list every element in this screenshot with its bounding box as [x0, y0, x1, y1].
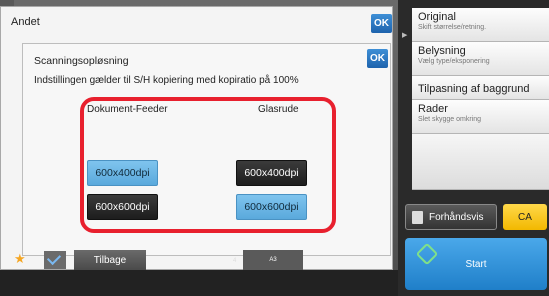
start-diamond-icon: [415, 242, 439, 266]
preview-button[interactable]: Forhåndsvis: [405, 204, 497, 230]
start-label: Start: [465, 258, 487, 270]
glass-600x400-button[interactable]: 600x400dpi: [236, 160, 307, 186]
right-item-original[interactable]: Original Skift størrelse/retning.: [412, 8, 549, 42]
right-item-subtitle: Skift størrelse/retning.: [418, 24, 487, 31]
check-button[interactable]: [44, 250, 66, 269]
glass-600x600-button[interactable]: 600x600dpi: [236, 194, 307, 220]
right-item-title: Tilpasning af baggrund: [418, 83, 530, 95]
star-icon[interactable]: ★: [14, 251, 26, 267]
outer-dialog-title: Andet: [11, 16, 40, 28]
right-item-title: Belysning: [418, 45, 466, 57]
right-item-tilpasning[interactable]: Tilpasning af baggrund: [412, 76, 549, 100]
resolution-description: Indstillingen gælder til S/H kopiering m…: [34, 75, 299, 86]
tray-number: 4: [233, 258, 237, 264]
document-icon: [412, 210, 423, 224]
back-button[interactable]: Tilbage: [74, 250, 146, 270]
inner-ok-button[interactable]: OK: [367, 49, 388, 68]
right-item-rader[interactable]: Rader Slet skygge omkring: [412, 100, 549, 134]
right-item-belysning[interactable]: Belysning Vælg type/eksponering: [412, 42, 549, 76]
right-item-empty: [412, 134, 549, 190]
right-item-subtitle: Slet skygge omkring: [418, 116, 482, 123]
paper-size-indicator: A3: [243, 250, 303, 270]
bottom-strip: [0, 270, 398, 296]
feeder-600x600-button[interactable]: 600x600dpi: [87, 194, 158, 220]
right-item-title: Rader: [418, 103, 448, 115]
right-item-subtitle: Vælg type/eksponering: [418, 58, 490, 65]
ca-button[interactable]: CA: [503, 204, 547, 230]
column-label-document-feeder: Dokument-Feeder: [87, 104, 168, 115]
right-item-title: Original: [418, 11, 456, 23]
preview-label: Forhåndsvis: [429, 211, 484, 223]
expand-arrow-icon: ▶: [402, 32, 408, 39]
feeder-600x400-button[interactable]: 600x400dpi: [87, 160, 158, 186]
column-label-glass: Glasrude: [258, 104, 299, 115]
check-icon: [46, 250, 62, 266]
resolution-dialog-title: Scanningsopløsning: [34, 55, 129, 67]
outer-ok-button[interactable]: OK: [371, 14, 392, 33]
start-button[interactable]: Start: [405, 238, 547, 290]
